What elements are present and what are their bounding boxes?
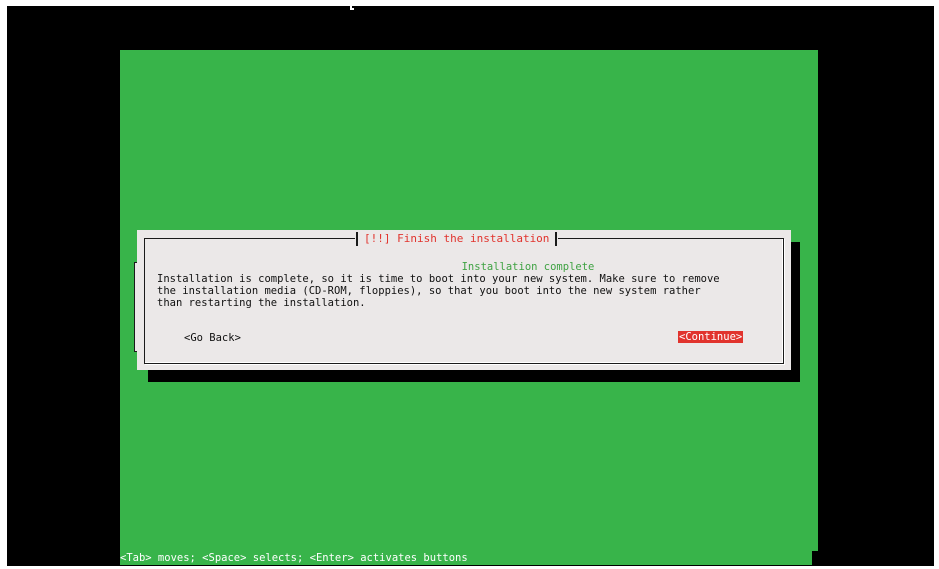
finish-installation-dialog: [!!] Finish the installation Installatio… (137, 230, 791, 370)
message-line: the installation media (CD-ROM, floppies… (157, 285, 701, 297)
title-right-tick (555, 232, 558, 246)
dialog-subtitle: Installation complete (461, 261, 595, 273)
message-line: than restarting the installation. (157, 297, 366, 309)
dialog-title-bar: [!!] Finish the installation (355, 231, 559, 247)
dialog-subtitle-row: Installation complete (137, 261, 791, 273)
message-line: Installation is complete, so it is time … (157, 273, 720, 285)
go-back-button[interactable]: <Go Back> (184, 332, 241, 344)
dialog-title: [!!] Finish the installation (364, 232, 550, 245)
continue-button[interactable]: <Continue> (678, 331, 744, 343)
status-bar-end (812, 551, 818, 565)
text-cursor (350, 0, 354, 10)
dialog-message: Installation is complete, so it is time … (157, 273, 787, 309)
status-bar: <Tab> moves; <Space> selects; <Enter> ac… (120, 551, 812, 565)
dialog-shadow-edge (791, 242, 800, 382)
